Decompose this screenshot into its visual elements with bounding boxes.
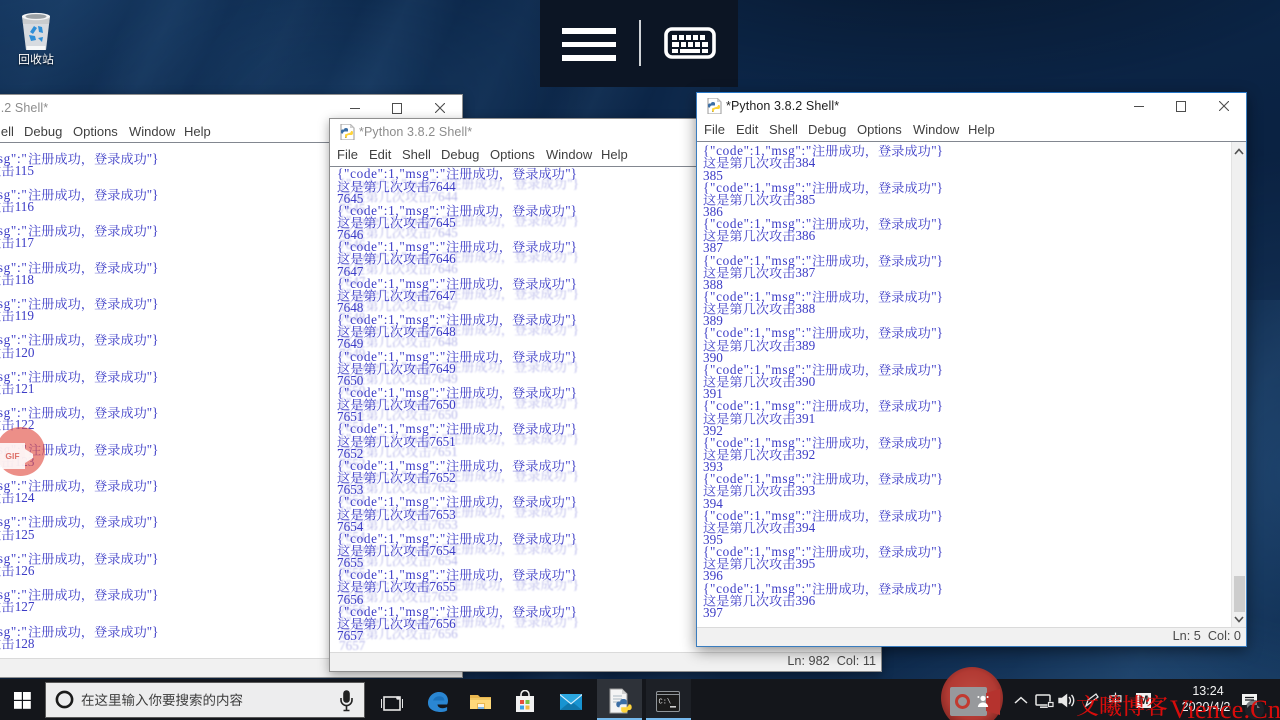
svg-text:C:\: C:\ — [659, 699, 672, 707]
